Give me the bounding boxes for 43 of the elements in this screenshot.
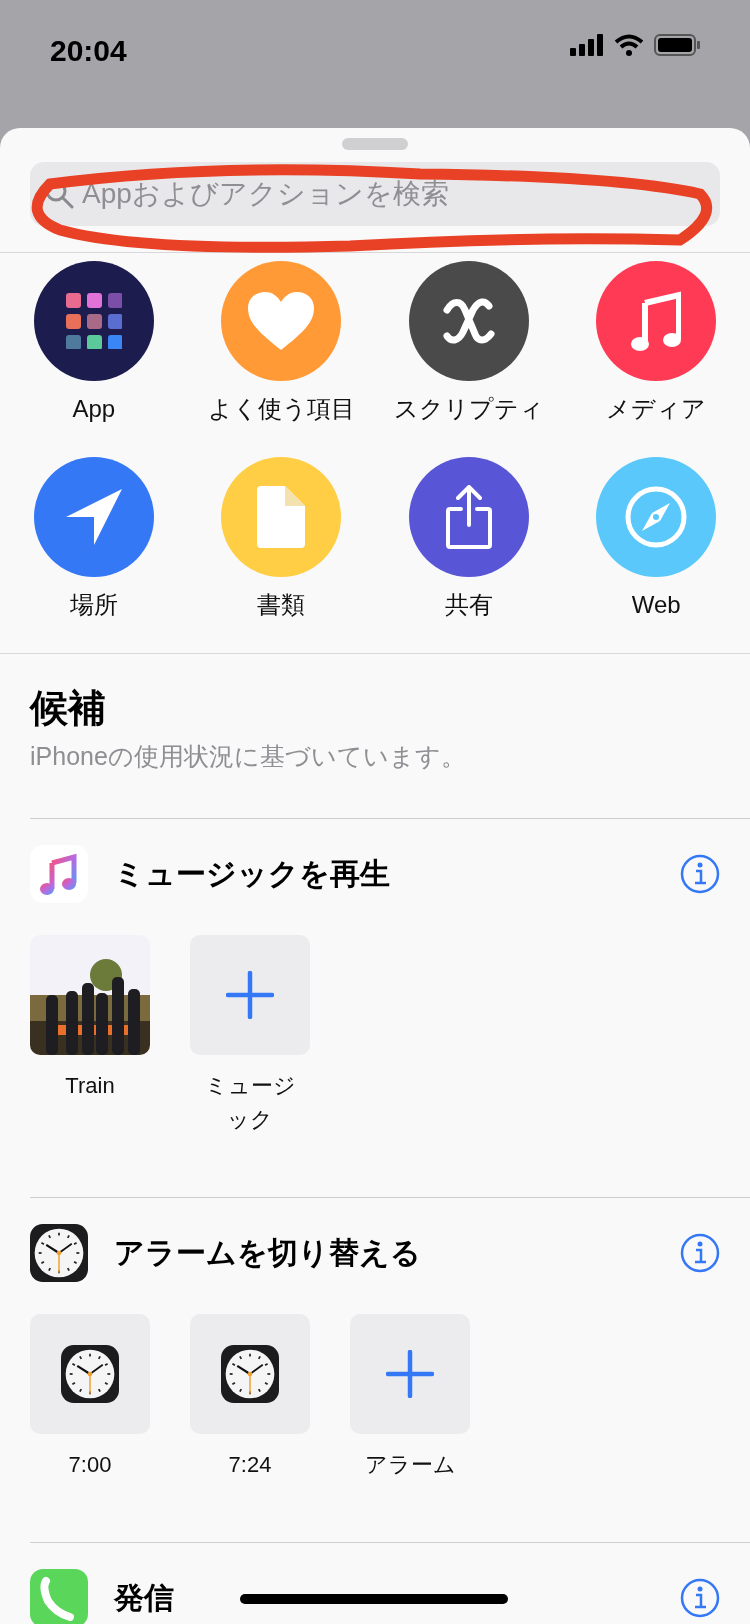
music-app-icon <box>30 844 88 903</box>
add-tile[interactable] <box>190 934 310 1055</box>
category-label: 書類 <box>257 590 306 620</box>
plus-icon <box>386 1349 434 1398</box>
tile-label: アラーム <box>363 1450 457 1479</box>
clock-icon <box>61 1344 119 1403</box>
add-tile[interactable] <box>350 1313 470 1434</box>
tile-label: ミュージック <box>203 1071 297 1134</box>
suggestions-subtitle: iPhoneの使用状況に基づいています。 <box>30 741 467 772</box>
battery-icon <box>654 34 700 56</box>
category-label: 場所 <box>69 590 118 620</box>
info-icon[interactable] <box>680 1577 720 1618</box>
category-label: App <box>72 394 116 424</box>
signal-icon <box>570 34 604 56</box>
document-icon <box>257 486 306 548</box>
tile-label: Train <box>64 1071 116 1100</box>
music-note-icon <box>631 289 682 353</box>
compass-icon <box>624 485 689 549</box>
action-tile[interactable] <box>190 1313 310 1434</box>
suggestions-title: 候補 <box>30 686 107 731</box>
location-arrow-icon <box>65 489 122 545</box>
category-label: Web <box>631 590 681 620</box>
suggestion-title: アラームを切り替える <box>114 1235 421 1271</box>
heart-icon <box>248 292 315 350</box>
action-tile[interactable] <box>30 1313 150 1434</box>
status-time: 20:04 <box>50 33 127 69</box>
tile-label: 7:00 <box>67 1450 113 1479</box>
tile-label: 7:24 <box>227 1450 273 1479</box>
share-icon <box>445 485 492 549</box>
category-label: スクリプティ <box>393 394 544 424</box>
wifi-icon <box>614 34 644 56</box>
info-icon[interactable] <box>680 853 720 894</box>
variable-x-icon <box>440 296 497 346</box>
clock-app-icon <box>30 1223 88 1282</box>
app-grid-icon <box>65 293 122 349</box>
info-icon[interactable] <box>680 1232 720 1273</box>
category-label: 共有 <box>444 590 493 620</box>
plus-icon <box>226 970 274 1019</box>
category-label: メディア <box>606 394 707 424</box>
clock-icon <box>221 1344 279 1403</box>
category-label: よく使う項目 <box>207 394 355 424</box>
suggestion-title: 発信 <box>114 1580 174 1616</box>
suggestion-title: ミュージックを再生 <box>114 856 390 892</box>
